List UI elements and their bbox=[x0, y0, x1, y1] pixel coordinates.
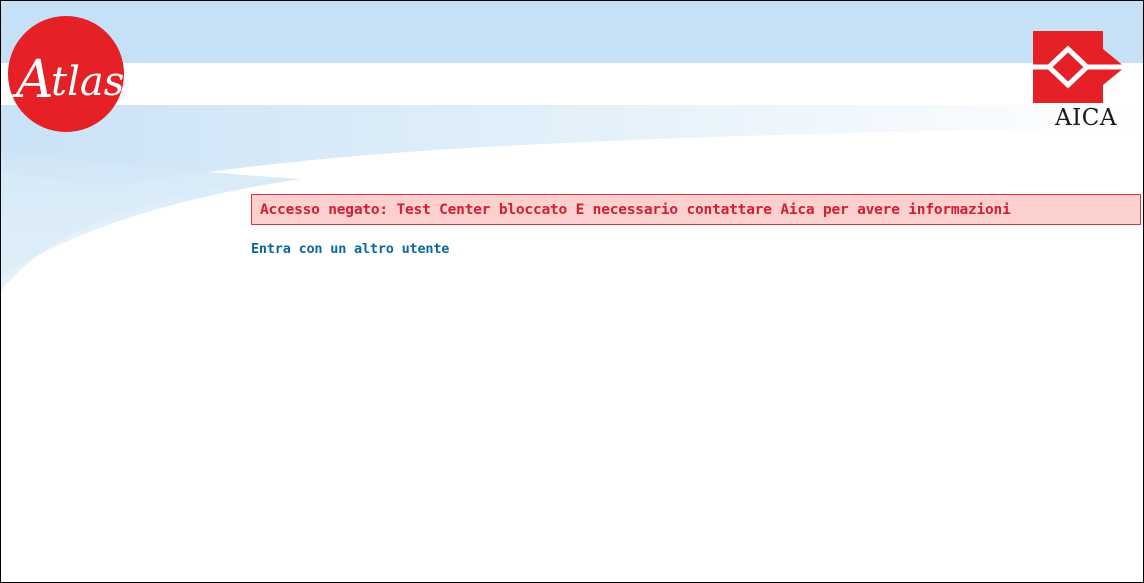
error-message-box: Accesso negato: Test Center bloccato E n… bbox=[251, 194, 1141, 225]
login-other-user-link[interactable]: Entra con un altro utente bbox=[251, 241, 449, 257]
header-background bbox=[1, 1, 1143, 291]
error-message-text: Accesso negato: Test Center bloccato E n… bbox=[260, 201, 1011, 218]
svg-text:tlas: tlas bbox=[51, 59, 124, 105]
aica-logo-text: AICA bbox=[1055, 105, 1117, 131]
svg-text:A: A bbox=[12, 50, 54, 110]
page-frame: A tlas AICA Accesso negato: Test Center … bbox=[0, 0, 1144, 583]
atlas-logo-icon: A tlas bbox=[8, 16, 124, 132]
